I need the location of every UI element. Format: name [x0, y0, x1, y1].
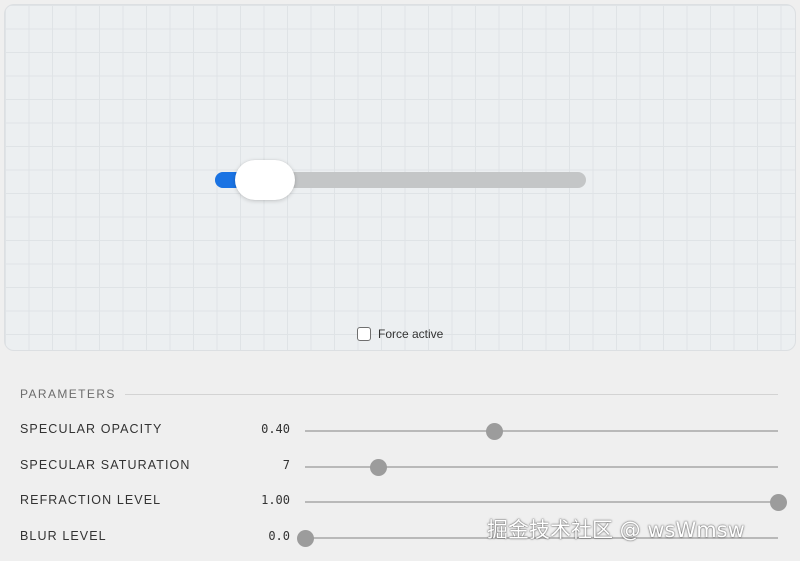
preview-canvas: Force active — [4, 4, 796, 351]
param-slider-thumb[interactable] — [297, 530, 314, 547]
param-slider-track[interactable] — [305, 501, 778, 503]
force-active-checkbox[interactable] — [357, 327, 371, 341]
force-active-label: Force active — [378, 327, 444, 341]
watermark-text: 掘金技术社区 @ wsWmsw — [487, 518, 745, 542]
param-slider-thumb[interactable] — [770, 494, 787, 511]
param-label: SPECULAR SATURATION — [20, 458, 191, 472]
section-divider — [125, 394, 778, 395]
param-row-specular-opacity: SPECULAR OPACITY 0.40 — [0, 420, 800, 440]
param-row-specular-saturation: SPECULAR SATURATION 7 — [0, 456, 800, 476]
parameters-heading: PARAMETERS — [20, 387, 116, 401]
param-slider-thumb[interactable] — [370, 459, 388, 476]
param-row-refraction-level: REFRACTION LEVEL 1.00 — [0, 491, 800, 511]
param-label: SPECULAR OPACITY — [20, 422, 163, 436]
param-value: 1.00 — [261, 493, 290, 507]
param-value: 0.0 — [268, 529, 290, 543]
force-active-toggle[interactable]: Force active — [357, 327, 443, 341]
param-label: BLUR LEVEL — [20, 529, 107, 543]
param-slider-thumb[interactable] — [486, 423, 504, 440]
demo-slider-thumb[interactable] — [235, 160, 295, 200]
param-label: REFRACTION LEVEL — [20, 493, 162, 507]
param-slider-track[interactable] — [305, 430, 778, 432]
param-value: 7 — [282, 458, 290, 472]
param-value: 0.40 — [261, 422, 290, 436]
